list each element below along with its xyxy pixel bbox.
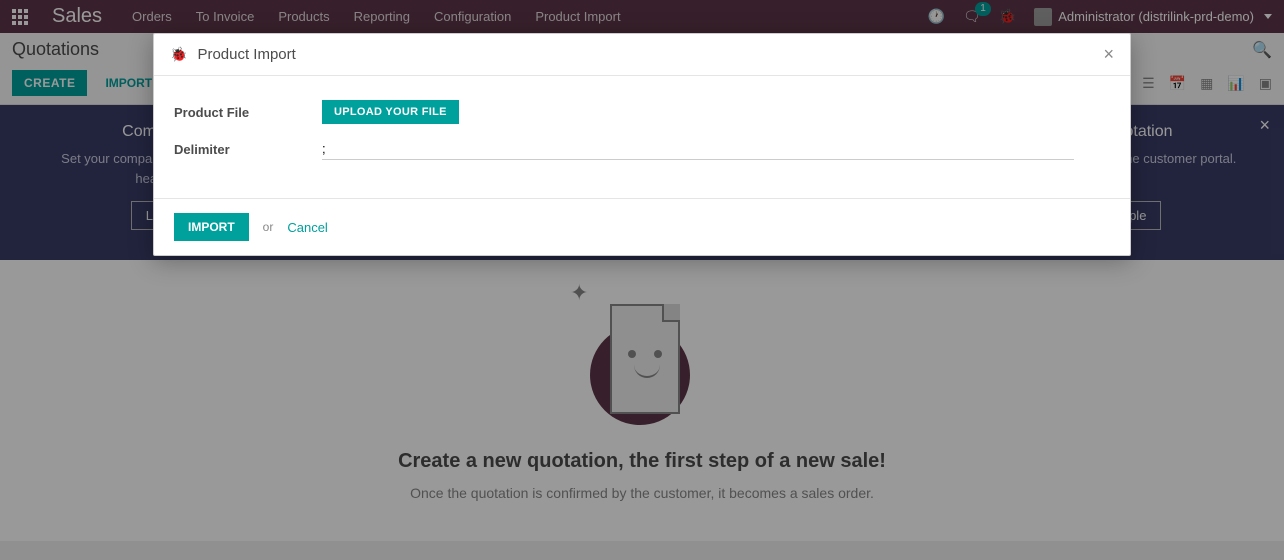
upload-file-button[interactable]: UPLOAD YOUR FILE — [322, 100, 459, 124]
cancel-link[interactable]: Cancel — [287, 220, 327, 235]
import-button[interactable]: IMPORT — [174, 213, 249, 241]
form-row-delimiter: Delimiter — [174, 138, 1110, 160]
form-row-file: Product File UPLOAD YOUR FILE — [174, 100, 1110, 124]
bug-icon[interactable]: 🐞 — [170, 46, 187, 63]
product-import-modal: 🐞 Product Import × Product File UPLOAD Y… — [153, 33, 1131, 256]
modal-body: Product File UPLOAD YOUR FILE Delimiter — [154, 76, 1130, 198]
label-product-file: Product File — [174, 105, 322, 120]
delimiter-input[interactable] — [322, 138, 1074, 160]
modal-header: 🐞 Product Import × — [154, 34, 1130, 76]
modal-title: Product Import — [197, 46, 1103, 63]
modal-footer: IMPORT or Cancel — [154, 198, 1130, 255]
label-delimiter: Delimiter — [174, 142, 322, 157]
or-text: or — [263, 220, 274, 234]
close-button[interactable]: × — [1103, 44, 1114, 65]
